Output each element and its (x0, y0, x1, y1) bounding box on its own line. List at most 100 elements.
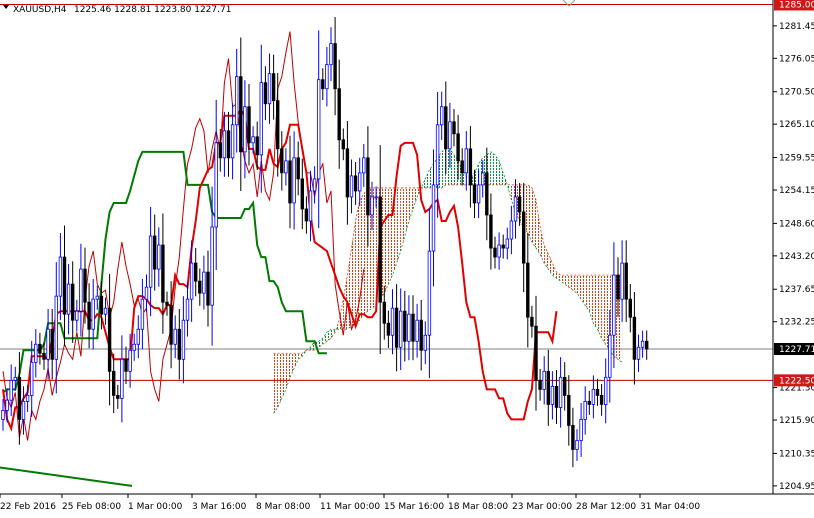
candle-body (636, 346, 641, 360)
candle-body (411, 313, 415, 342)
candle-body (46, 328, 50, 360)
candle-body (42, 352, 46, 360)
candle-body (579, 419, 583, 441)
candle-body (271, 73, 276, 102)
candle-body (316, 79, 321, 180)
candle-body (25, 394, 30, 402)
candle-body (1, 410, 5, 420)
cloud-segment (527, 184, 532, 243)
candle-body (341, 139, 345, 150)
candle-body (128, 349, 132, 372)
price-tick-label: 1204.95 (779, 482, 814, 492)
candle-body (275, 100, 280, 150)
candle-body (394, 307, 399, 348)
candle-body (370, 196, 374, 216)
candle-body (79, 268, 83, 312)
time-tick-label: 8 Mar 08:00 (256, 502, 311, 512)
candle-body (292, 157, 296, 204)
candle-body (71, 283, 75, 321)
price-axis: 1281.45 1276.05 1270.50 1265.10 1259.55 1254.… (773, 22, 814, 492)
candle-body (640, 340, 645, 348)
candle-body (608, 334, 612, 378)
candle-body (34, 343, 38, 363)
candle-body (468, 148, 473, 186)
cloud-segment (572, 275, 577, 294)
cloud-segment (359, 193, 364, 321)
candle-body (263, 82, 268, 105)
chart-container[interactable]: 1281.45 1276.05 1270.50 1265.10 1259.55 1254.… (0, 0, 814, 514)
candle-body (161, 244, 165, 303)
candle-body (448, 121, 452, 150)
candle-body (21, 400, 26, 420)
candle-body (17, 376, 22, 420)
candle-body (13, 376, 17, 381)
candle-body (87, 301, 91, 330)
time-tick-label: 11 Mar 00:00 (320, 502, 380, 512)
candle-body (116, 394, 120, 399)
candle-body (472, 184, 477, 204)
candle-body (120, 358, 124, 399)
candle-body (595, 388, 600, 396)
candle-body (251, 136, 255, 144)
candle-body (255, 136, 259, 156)
current-price-tag-label: 1227.71 (779, 345, 814, 355)
candle-body (616, 274, 620, 300)
candle-body (83, 268, 87, 303)
candle-body (230, 124, 235, 159)
candle-body (407, 313, 411, 342)
candle-body (542, 370, 546, 390)
candle-body (206, 271, 210, 306)
candle-body (390, 307, 395, 336)
price-tick-label: 1259.55 (779, 154, 814, 164)
candle-body (222, 130, 227, 159)
candle-body (534, 325, 538, 381)
candle-body (29, 361, 34, 396)
candle-body (75, 310, 79, 321)
candle-body (189, 262, 194, 300)
candle-body (243, 106, 247, 153)
candle-body (513, 196, 518, 222)
price-tick-label: 1237.65 (779, 285, 814, 295)
candle-body (210, 226, 214, 306)
candle-body (587, 400, 591, 405)
cloud-segment (585, 275, 590, 312)
price-tick-label: 1243.20 (779, 252, 814, 262)
price-tick-label: 1265.10 (779, 120, 814, 130)
cloud-segment (449, 148, 454, 185)
candle-body (112, 370, 116, 396)
time-tick-label: 25 Feb 08:00 (62, 502, 121, 512)
candle-body (550, 385, 555, 405)
candle-body (329, 43, 333, 66)
candle-body (193, 262, 198, 282)
candle-body (362, 157, 366, 174)
candle-body (378, 196, 382, 303)
candle-body (620, 262, 624, 300)
candle-body (464, 148, 468, 174)
candle-body (198, 280, 202, 294)
price-tick-label: 1215.90 (779, 416, 814, 426)
candle-body (62, 256, 67, 315)
candle-body (239, 76, 243, 153)
candle-body (612, 274, 616, 336)
candle-body (202, 271, 206, 294)
candle-body (280, 148, 284, 174)
price-tick-label: 1254.15 (779, 186, 814, 196)
candle-body (50, 328, 54, 360)
candle-body (312, 178, 317, 192)
price-tick-label: 1248.60 (779, 219, 814, 229)
cloud-segment (388, 187, 393, 285)
candle-body (218, 142, 222, 159)
candle-body (345, 148, 350, 198)
candle-body (435, 124, 440, 186)
candle-body (460, 160, 464, 174)
cloud-segment (593, 275, 598, 330)
candle-body (480, 172, 485, 186)
candle-body (522, 211, 526, 264)
candle-body (288, 160, 292, 204)
candle-body (624, 262, 628, 300)
candle-body (571, 425, 575, 450)
candle-body (353, 175, 358, 192)
candle-body (234, 76, 239, 126)
candle-body (103, 307, 108, 315)
candle-body (259, 82, 263, 156)
